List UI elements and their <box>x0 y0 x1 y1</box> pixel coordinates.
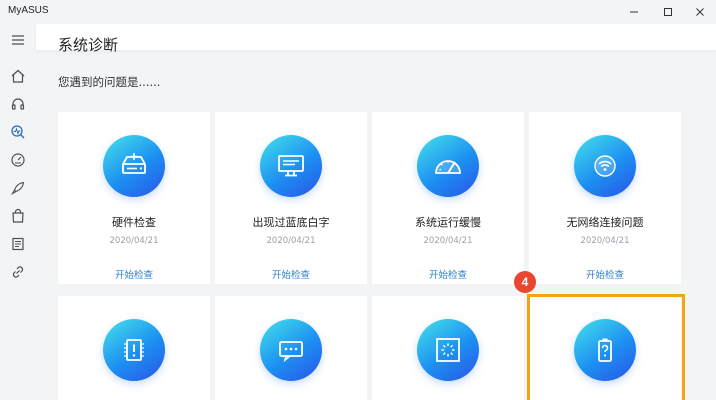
card-display-issue[interactable] <box>215 296 367 400</box>
card-device-issue[interactable] <box>58 296 210 400</box>
hamburger-icon <box>12 35 24 45</box>
speedometer-icon <box>435 160 461 174</box>
card-icon-circle <box>417 135 479 197</box>
start-check-link[interactable]: 开始检查 <box>372 267 524 281</box>
step-badge: 4 <box>514 271 536 293</box>
minimize-icon <box>630 11 638 13</box>
document-icon <box>12 237 24 251</box>
card-date: 2020/04/21 <box>109 236 159 246</box>
sidebar-item-store[interactable] <box>8 206 28 226</box>
card-date: 2020/04/21 <box>266 236 316 246</box>
header-bar <box>36 24 716 50</box>
start-check-link[interactable]: 开始检查 <box>529 267 681 281</box>
rocket-icon <box>11 181 25 195</box>
card-icon-circle <box>260 135 322 197</box>
link-icon <box>12 266 24 278</box>
card-icon-circle <box>260 319 322 381</box>
sidebar-item-link[interactable] <box>8 262 28 282</box>
sidebar-item-home[interactable] <box>8 66 28 86</box>
loading-screen-icon <box>436 338 460 362</box>
main-content: 系统诊断 您遇到的问题是...... 硬件检查 2020/04/21 开始检查 … <box>36 24 716 400</box>
sidebar-item-optimization[interactable] <box>8 150 28 170</box>
chat-screen-icon <box>279 341 303 363</box>
wifi-icon <box>594 155 616 177</box>
chip-icon <box>124 339 144 361</box>
card-title: 硬件检查 <box>112 216 156 229</box>
card-system-slow[interactable]: 系统运行缓慢 2020/04/21 开始检查 <box>372 112 524 284</box>
card-startup-issue[interactable] <box>372 296 524 400</box>
minimize-button[interactable] <box>620 3 648 21</box>
maximize-icon <box>664 8 672 16</box>
menu-button[interactable] <box>8 30 28 50</box>
card-date: 2020/04/21 <box>580 236 630 246</box>
start-check-link[interactable]: 开始检查 <box>58 267 210 281</box>
card-title: 系统运行缓慢 <box>415 216 481 229</box>
card-blue-screen[interactable]: 出现过蓝底白字 2020/04/21 开始检查 <box>215 112 367 284</box>
monitor-icon <box>278 155 304 177</box>
card-title: 无网络连接问题 <box>566 216 644 229</box>
hard-drive-icon <box>122 153 146 174</box>
home-icon <box>11 69 25 83</box>
card-icon-circle <box>574 135 636 197</box>
card-icon-circle <box>417 319 479 381</box>
sidebar-item-support[interactable] <box>8 94 28 114</box>
start-check-link[interactable]: 开始检查 <box>215 267 367 281</box>
app-title: MyASUS <box>8 5 49 16</box>
sidebar-item-launch[interactable] <box>8 178 28 198</box>
title-bar: MyASUS <box>0 0 716 24</box>
question-prompt: 您遇到的问题是...... <box>58 75 161 89</box>
sidebar-item-news[interactable] <box>8 234 28 254</box>
shopping-bag-icon <box>12 208 24 223</box>
headset-icon <box>11 98 25 110</box>
maximize-button[interactable] <box>654 3 682 21</box>
card-icon-circle <box>103 135 165 197</box>
card-icon-circle <box>103 319 165 381</box>
highlight-frame <box>527 294 685 400</box>
sidebar-item-diagnosis[interactable] <box>8 122 28 142</box>
page-title: 系统诊断 <box>58 36 119 54</box>
card-title: 出现过蓝底白字 <box>252 216 330 229</box>
sidebar <box>0 24 36 400</box>
close-button[interactable] <box>686 3 714 21</box>
gauge-icon <box>11 153 25 167</box>
card-hardware-check[interactable]: 硬件检查 2020/04/21 开始检查 <box>58 112 210 284</box>
card-network-issue[interactable]: 无网络连接问题 2020/04/21 开始检查 <box>529 112 681 284</box>
card-date: 2020/04/21 <box>423 236 473 246</box>
close-icon <box>696 8 704 16</box>
diagnosis-icon <box>11 125 25 139</box>
